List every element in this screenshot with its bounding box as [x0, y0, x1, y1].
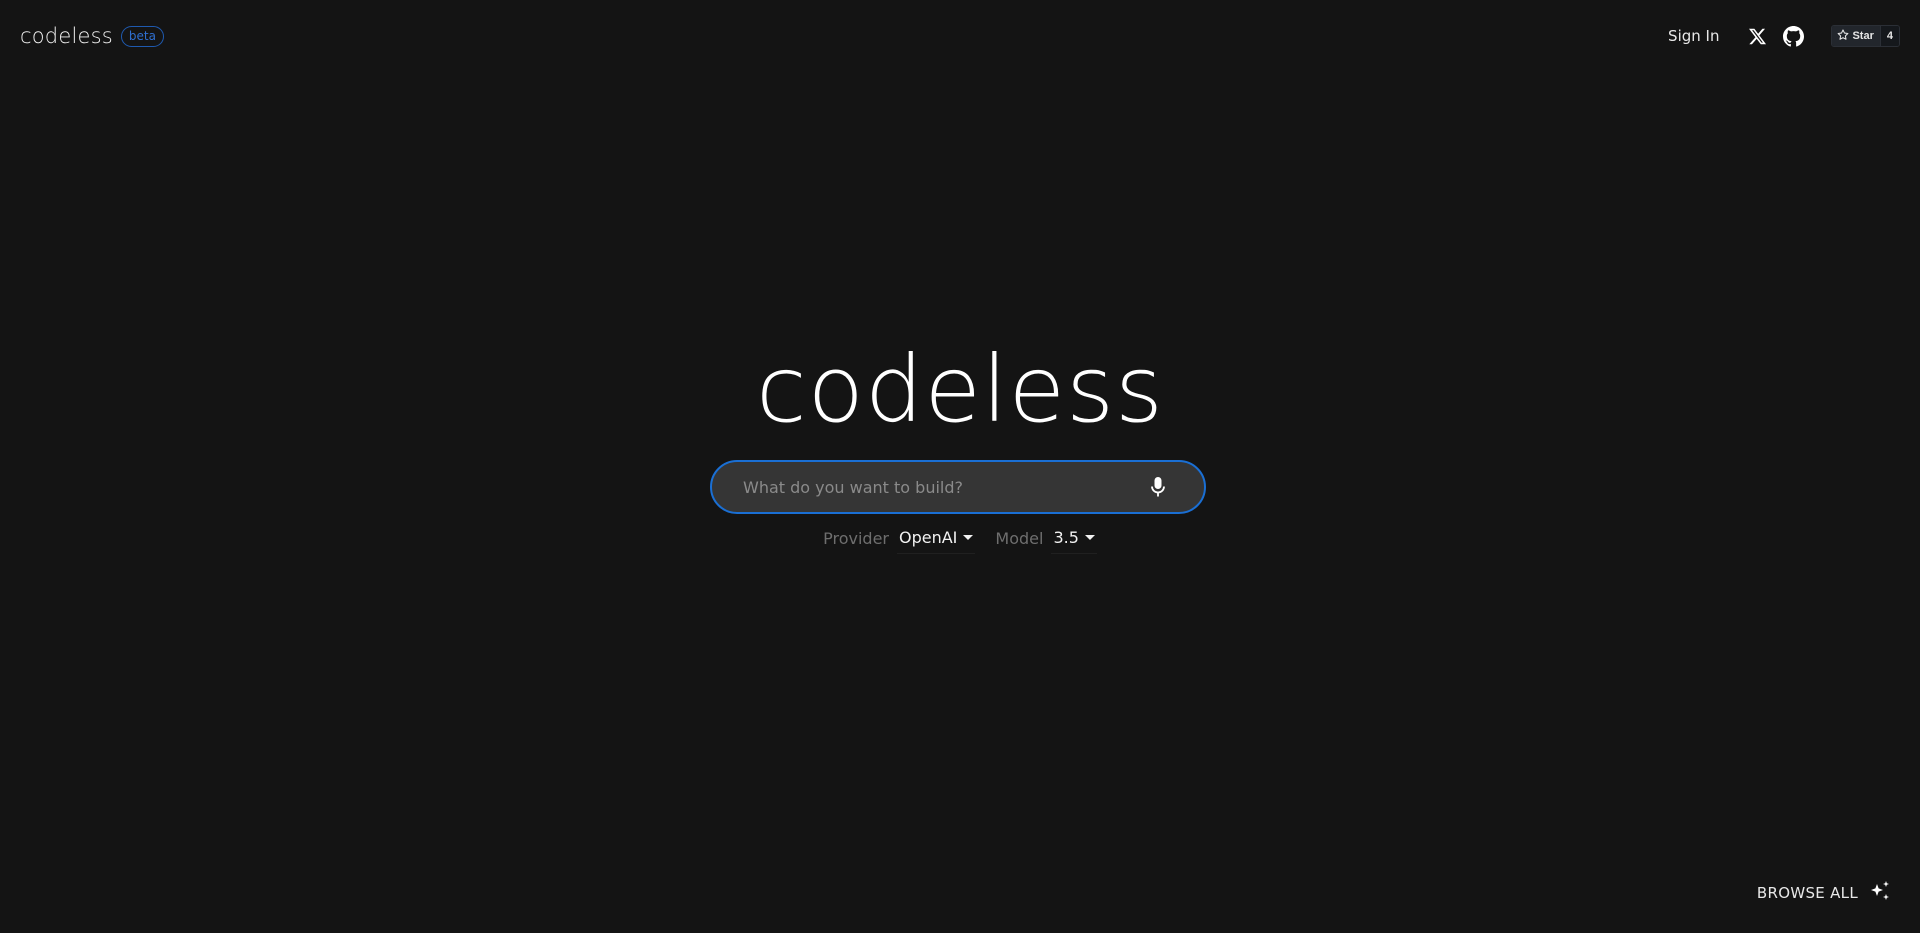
model-value: 3.5: [1053, 528, 1079, 547]
provider-value: OpenAI: [898, 528, 958, 547]
browse-all-button[interactable]: BROWSE ALL: [1757, 879, 1892, 907]
star-count[interactable]: 4: [1879, 26, 1899, 46]
beta-badge: beta: [120, 25, 164, 47]
provider-select[interactable]: OpenAI: [896, 528, 976, 554]
x-twitter-icon[interactable]: [1745, 24, 1769, 48]
caret-down-icon: [963, 535, 974, 540]
model-options: Provider OpenAI Model 3.5: [0, 522, 1920, 554]
github-star-widget: Star 4: [1831, 25, 1900, 47]
top-bar: codeless beta Sign In Star 4: [0, 0, 1920, 76]
star-label: Star: [1852, 30, 1874, 42]
brand: codeless beta: [20, 24, 164, 48]
top-nav: Sign In Star 4: [1668, 24, 1900, 48]
model-select[interactable]: 3.5: [1051, 528, 1097, 554]
brand-logo-text[interactable]: codeless: [20, 24, 113, 48]
star-outline-icon: [1837, 28, 1849, 44]
sparkles-icon: [1868, 879, 1892, 907]
prompt-input[interactable]: [712, 476, 1146, 498]
prompt-search-bar: [710, 460, 1206, 514]
hero-title: codeless: [756, 336, 1164, 443]
github-icon[interactable]: [1781, 24, 1805, 48]
microphone-icon[interactable]: [1146, 475, 1170, 499]
caret-down-icon: [1084, 535, 1095, 540]
github-star-button[interactable]: Star: [1832, 26, 1880, 46]
browse-all-label: BROWSE ALL: [1756, 884, 1858, 902]
provider-label: Provider: [823, 528, 889, 548]
model-label: Model: [995, 528, 1044, 548]
sign-in-link[interactable]: Sign In: [1668, 27, 1719, 45]
